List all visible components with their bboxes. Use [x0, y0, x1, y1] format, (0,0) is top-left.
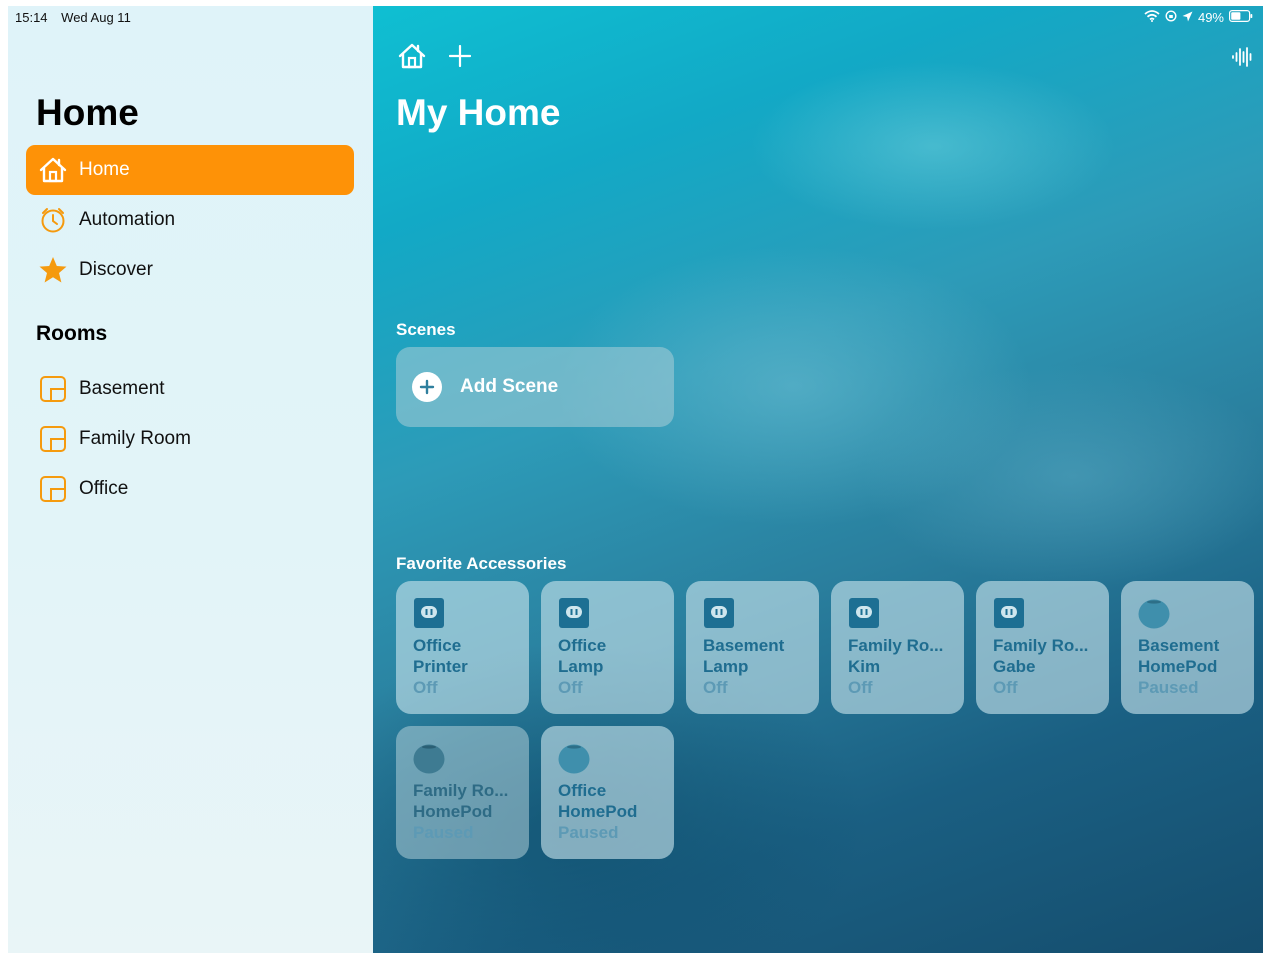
homepod-icon	[558, 742, 590, 774]
accessory-name: Office	[413, 636, 462, 655]
room-icon	[38, 374, 68, 404]
accessory-status: Paused	[1138, 678, 1199, 697]
accessory-status: Off	[413, 678, 438, 697]
accessory-tile-family-room-homepod[interactable]: Family Ro... HomePod Paused	[396, 726, 529, 859]
accessory-name: HomePod	[558, 802, 638, 821]
outlet-icon	[703, 597, 735, 629]
accessory-name: HomePod	[413, 802, 493, 821]
sidebar-item-label: Family Room	[79, 428, 191, 449]
accessory-name: Basement	[1138, 636, 1220, 655]
house-icon	[38, 155, 68, 185]
status-time: 15:14	[15, 10, 48, 25]
add-scene-button[interactable]: Add Scene	[396, 347, 674, 427]
accessory-name: Office	[558, 781, 607, 800]
page-title: My Home	[396, 92, 561, 133]
sidebar-item-office[interactable]: Office	[26, 464, 354, 514]
outlet-icon	[993, 597, 1025, 629]
sidebar-item-label: Automation	[79, 209, 176, 230]
accessory-status: Off	[848, 678, 873, 697]
sidebar-item-label: Office	[79, 478, 129, 499]
favorites-heading: Favorite Accessories	[396, 554, 567, 573]
accessory-status: Paused	[558, 823, 619, 842]
sidebar-item-discover[interactable]: Discover	[26, 245, 354, 295]
homepod-icon	[1138, 597, 1170, 629]
add-icon[interactable]	[448, 44, 472, 72]
ipad-screen: 15:14 Wed Aug 11 Home Home Automation Di…	[8, 6, 1263, 953]
accessory-name: Family Ro...	[413, 781, 509, 800]
wifi-icon	[1144, 10, 1160, 25]
accessory-name: Lamp	[558, 657, 604, 676]
status-date: Wed Aug 11	[61, 10, 131, 25]
alarm-clock-icon	[38, 205, 68, 235]
scenes-heading: Scenes	[396, 320, 456, 339]
sidebar-item-label: Discover	[79, 259, 153, 280]
room-icon	[38, 424, 68, 454]
accessory-status: Paused	[413, 823, 474, 842]
status-bar-right: 49%	[1144, 10, 1253, 25]
accessory-status: Off	[558, 678, 583, 697]
plus-circle-icon	[412, 372, 442, 402]
accessory-tile-basement-homepod[interactable]: Basement HomePod Paused	[1121, 581, 1254, 714]
toolbar	[397, 42, 472, 75]
accessory-tile-office-printer[interactable]: Office Printer Off	[396, 581, 529, 714]
battery-icon	[1229, 10, 1253, 25]
sidebar-item-home[interactable]: Home	[26, 145, 354, 195]
rooms-heading: Rooms	[36, 322, 108, 345]
accessory-tile-family-room-gabe[interactable]: Family Ro... Gabe Off	[976, 581, 1109, 714]
accessory-name: Gabe	[993, 657, 1036, 676]
star-icon	[38, 255, 68, 285]
accessory-name: Printer	[413, 657, 468, 676]
sidebar: 15:14 Wed Aug 11 Home Home Automation Di…	[8, 6, 373, 953]
accessory-tile-office-homepod[interactable]: Office HomePod Paused	[541, 726, 674, 859]
orientation-lock-icon	[1165, 10, 1177, 25]
sidebar-title: Home	[36, 92, 139, 133]
accessory-tile-family-room-kim[interactable]: Family Ro... Kim Off	[831, 581, 964, 714]
accessory-status: Off	[993, 678, 1018, 697]
sidebar-item-automation[interactable]: Automation	[26, 195, 354, 245]
homepod-icon	[413, 742, 445, 774]
accessory-name: Kim	[848, 657, 881, 676]
sidebar-item-family-room[interactable]: Family Room	[26, 414, 354, 464]
sidebar-item-label: Home	[79, 159, 130, 180]
accessory-name: HomePod	[1138, 657, 1218, 676]
status-bar-left: 15:14 Wed Aug 11	[15, 10, 141, 25]
accessory-tile-office-lamp[interactable]: Office Lamp Off	[541, 581, 674, 714]
sidebar-item-label: Basement	[79, 378, 165, 399]
room-icon	[38, 474, 68, 504]
accessory-name: Family Ro...	[848, 636, 944, 655]
add-scene-label: Add Scene	[460, 376, 559, 397]
sidebar-item-basement[interactable]: Basement	[26, 364, 354, 414]
accessory-name: Basement	[703, 636, 785, 655]
accessory-name: Office	[558, 636, 607, 655]
outlet-icon	[413, 597, 445, 629]
accessory-tile-basement-lamp[interactable]: Basement Lamp Off	[686, 581, 819, 714]
location-icon	[1182, 10, 1193, 25]
voice-waveform-icon[interactable]	[1231, 46, 1253, 73]
accessory-name: Family Ro...	[993, 636, 1089, 655]
battery-percentage: 49%	[1197, 10, 1224, 25]
main-content: 49% My Home Scenes Add Scene Favorite Ac…	[373, 6, 1263, 953]
outlet-icon	[558, 597, 590, 629]
accessory-status: Off	[703, 678, 728, 697]
home-settings-icon[interactable]	[397, 42, 427, 75]
accessory-name: Lamp	[703, 657, 749, 676]
outlet-icon	[848, 597, 880, 629]
